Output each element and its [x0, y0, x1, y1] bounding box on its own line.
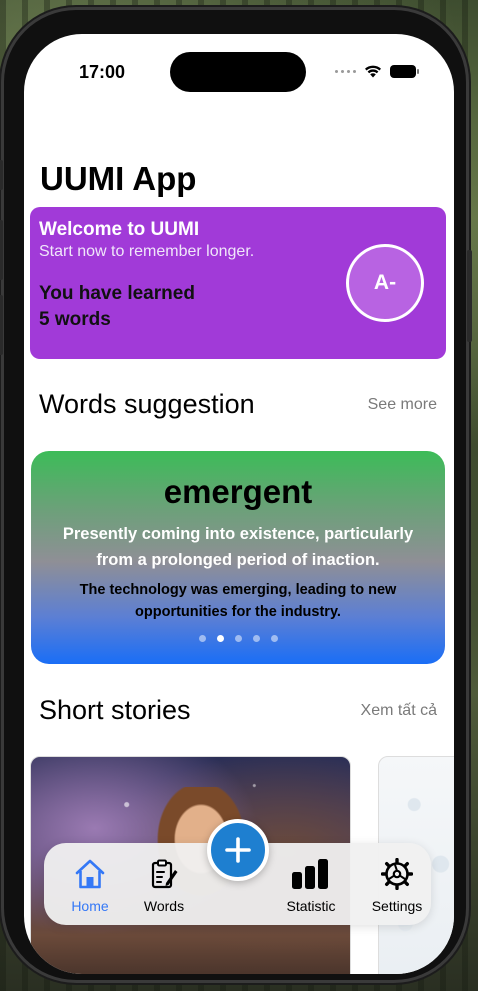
phone-frame: 17:00 UUMI App Welcome to UUMI Start now…: [0, 10, 472, 980]
learned-label: You have learned: [39, 283, 195, 304]
dynamic-island: [170, 52, 306, 92]
page-indicator[interactable]: [31, 635, 445, 642]
page-dot[interactable]: [198, 635, 206, 642]
battery-icon: [390, 64, 419, 78]
word-definition: Presently coming into existence, particu…: [62, 525, 414, 569]
action-button: [0, 160, 3, 190]
welcome-title: Welcome to UUMI: [39, 219, 200, 240]
tab-home-label: Home: [71, 898, 109, 914]
tab-statistic-label: Statistic: [286, 898, 336, 914]
add-word-button[interactable]: [207, 819, 269, 881]
volume-up-button: [0, 220, 3, 280]
tab-settings[interactable]: Settings: [357, 857, 437, 914]
suggested-word: emergent: [163, 473, 313, 510]
clipboard-edit-icon: [151, 859, 178, 889]
page-dot[interactable]: [270, 635, 278, 642]
see-all-link[interactable]: Xem tất cả: [361, 702, 437, 720]
stories-section-title: Short stories: [39, 695, 191, 725]
page-dot-active[interactable]: [216, 635, 224, 642]
home-icon: [75, 859, 105, 889]
signal-dots-icon: [335, 69, 356, 73]
page-dot[interactable]: [234, 635, 242, 642]
tab-words-label: Words: [143, 898, 185, 914]
status-indicators: [335, 64, 419, 78]
power-button: [467, 250, 472, 342]
learned-count: You have learned 5 words: [39, 281, 279, 333]
gear-icon: [381, 858, 413, 890]
word-example: The technology was emerging, leading to …: [79, 582, 397, 620]
see-more-link[interactable]: See more: [368, 396, 437, 414]
app-screen: 17:00 UUMI App Welcome to UUMI Start now…: [24, 34, 454, 974]
grade-badge: A-: [346, 244, 424, 322]
tab-settings-label: Settings: [371, 898, 423, 914]
plus-icon: [225, 837, 251, 863]
status-time: 17:00: [79, 62, 126, 82]
page-dot[interactable]: [252, 635, 260, 642]
bar-chart-icon: [292, 859, 328, 889]
welcome-card[interactable]: Welcome to UUMI Start now to remember lo…: [30, 207, 446, 359]
wifi-icon: [365, 65, 381, 78]
word-suggestion-card[interactable]: emergent Presently coming into existence…: [31, 451, 445, 664]
learned-value: 5 words: [39, 309, 111, 330]
tab-statistic[interactable]: Statistic: [271, 857, 351, 914]
page-title: UUMI App: [40, 160, 197, 197]
tab-words[interactable]: Words: [124, 857, 204, 914]
tab-home[interactable]: Home: [50, 857, 130, 914]
words-section-title: Words suggestion: [39, 389, 255, 419]
volume-down-button: [0, 295, 3, 355]
